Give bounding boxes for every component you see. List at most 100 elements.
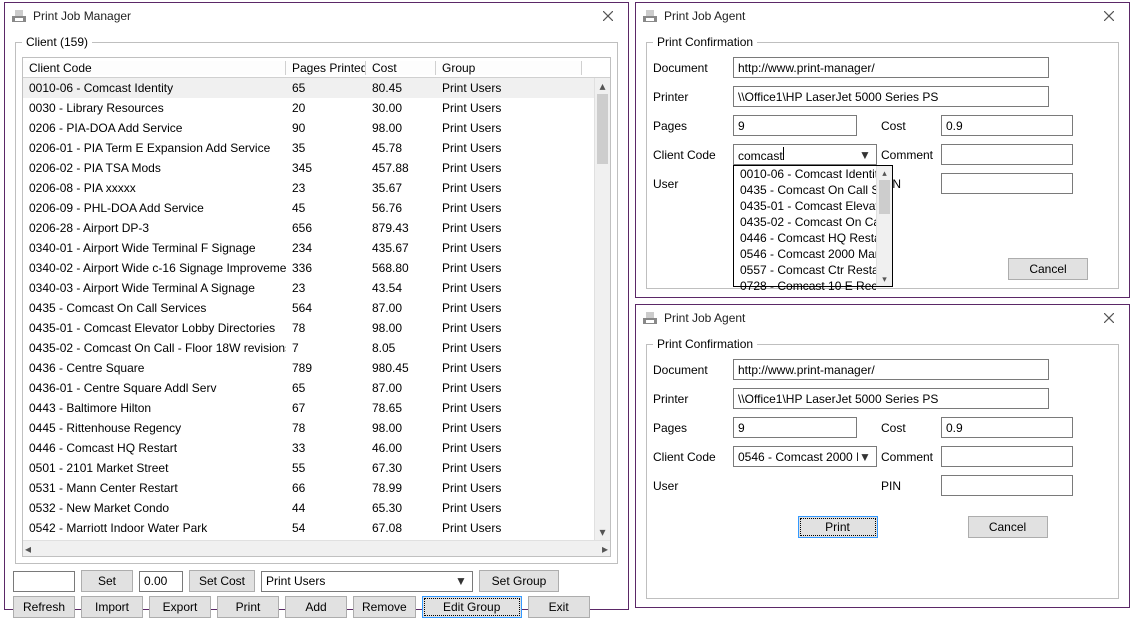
table-row[interactable]: 0531 - Mann Center Restart6678.99Print U… — [23, 478, 594, 498]
printer-field[interactable] — [733, 86, 1049, 107]
print-button[interactable]: Print — [798, 516, 878, 538]
cell-cost: 65.30 — [366, 501, 436, 515]
table-row[interactable]: 0340-01 - Airport Wide Terminal F Signag… — [23, 238, 594, 258]
printer-field[interactable] — [733, 388, 1049, 409]
dropdown-item[interactable]: 0557 - Comcast Ctr Resta — [734, 262, 876, 278]
titlebar[interactable]: Print Job Agent — [636, 3, 1129, 29]
table-row[interactable]: 0501 - 2101 Market Street5567.30Print Us… — [23, 458, 594, 478]
cell-cost: 98.00 — [366, 321, 436, 335]
titlebar[interactable]: Print Job Agent — [636, 305, 1129, 331]
table-row[interactable]: 0446 - Comcast HQ Restart3346.00Print Us… — [23, 438, 594, 458]
cell-client-code: 0532 - New Market Condo — [23, 501, 286, 515]
remove-button[interactable]: Remove — [353, 596, 416, 618]
table-row[interactable]: 0532 - New Market Condo4465.30Print User… — [23, 498, 594, 518]
group-combo[interactable]: Print Users ▼ — [261, 571, 473, 592]
table-row[interactable]: 0206-01 - PIA Term E Expansion Add Servi… — [23, 138, 594, 158]
vertical-scrollbar[interactable]: ▴ ▾ — [594, 78, 610, 540]
exit-button[interactable]: Exit — [528, 596, 590, 618]
cost-input[interactable] — [139, 571, 183, 592]
col-cost[interactable]: Cost — [366, 61, 436, 75]
table-row[interactable]: 0206-08 - PIA xxxxx2335.67Print Users — [23, 178, 594, 198]
dropdown-item[interactable]: 0435-02 - Comcast On Cal — [734, 214, 876, 230]
col-client-code[interactable]: Client Code — [23, 61, 286, 75]
comment-field[interactable] — [941, 144, 1073, 165]
scroll-thumb[interactable] — [879, 180, 890, 214]
close-icon[interactable] — [594, 6, 622, 26]
close-icon[interactable] — [1095, 6, 1123, 26]
cell-client-code: 0531 - Mann Center Restart — [23, 481, 286, 495]
user-label: User — [653, 177, 733, 191]
set-button[interactable]: Set — [81, 570, 133, 592]
cell-pages-printed: 336 — [286, 261, 366, 275]
cell-client-code: 0436 - Centre Square — [23, 361, 286, 375]
cell-pages-printed: 20 — [286, 101, 366, 115]
scroll-up-icon[interactable]: ▴ — [595, 78, 610, 94]
dropdown-item[interactable]: 0010-06 - Comcast Identit — [734, 166, 876, 182]
dropdown-item[interactable]: 0435 - Comcast On Call S — [734, 182, 876, 198]
app-icon — [11, 8, 27, 24]
table-row[interactable]: 0435 - Comcast On Call Services56487.00P… — [23, 298, 594, 318]
set-group-button[interactable]: Set Group — [479, 570, 559, 592]
set-input[interactable] — [13, 571, 75, 592]
scroll-down-icon[interactable]: ▾ — [877, 272, 892, 286]
table-row[interactable]: 0542 - Marriott Indoor Water Park5467.08… — [23, 518, 594, 538]
table-row[interactable]: 0206-09 - PHL-DOA Add Service4556.76Prin… — [23, 198, 594, 218]
table-row[interactable]: 0030 - Library Resources2030.00Print Use… — [23, 98, 594, 118]
cell-pages-printed: 33 — [286, 441, 366, 455]
titlebar[interactable]: Print Job Manager — [5, 3, 628, 29]
client-code-combo[interactable]: comcast ▼ — [733, 144, 877, 165]
table-row[interactable]: 0206 - PIA-DOA Add Service9098.00Print U… — [23, 118, 594, 138]
cost-field[interactable] — [941, 115, 1073, 136]
refresh-button[interactable]: Refresh — [13, 596, 75, 618]
cancel-button[interactable]: Cancel — [1008, 258, 1088, 280]
client-table[interactable]: Client Code Pages Printed Cost Group 001… — [22, 57, 611, 557]
pin-field[interactable] — [941, 173, 1073, 194]
cell-group: Print Users — [436, 361, 582, 375]
set-cost-button[interactable]: Set Cost — [189, 570, 255, 592]
close-icon[interactable] — [1095, 308, 1123, 328]
table-row[interactable]: 0435-02 - Comcast On Call - Floor 18W re… — [23, 338, 594, 358]
table-row[interactable]: 0206-02 - PIA TSA Mods345457.88Print Use… — [23, 158, 594, 178]
table-row[interactable]: 0340-03 - Airport Wide Terminal A Signag… — [23, 278, 594, 298]
cancel-button[interactable]: Cancel — [968, 516, 1048, 538]
document-field[interactable] — [733, 359, 1049, 380]
scroll-right-icon[interactable]: ▸ — [602, 542, 608, 556]
import-button[interactable]: Import — [81, 596, 143, 618]
cell-cost: 568.80 — [366, 261, 436, 275]
edit-group-button[interactable]: Edit Group — [422, 596, 522, 618]
dropdown-item[interactable]: 0546 - Comcast 2000 Mar — [734, 246, 876, 262]
table-row[interactable]: 0206-28 - Airport DP-3656879.43Print Use… — [23, 218, 594, 238]
document-field[interactable] — [733, 57, 1049, 78]
cost-field[interactable] — [941, 417, 1073, 438]
scroll-up-icon[interactable]: ▴ — [877, 166, 892, 180]
export-button[interactable]: Export — [149, 596, 211, 618]
client-code-dropdown[interactable]: 0010-06 - Comcast Identit0435 - Comcast … — [733, 165, 893, 287]
table-row[interactable]: 0436-01 - Centre Square Addl Serv6587.00… — [23, 378, 594, 398]
scroll-down-icon[interactable]: ▾ — [595, 524, 610, 540]
table-row[interactable]: 0436 - Centre Square789980.45Print Users — [23, 358, 594, 378]
print-button[interactable]: Print — [217, 596, 279, 618]
scroll-thumb[interactable] — [597, 94, 608, 164]
horizontal-scrollbar[interactable]: ◂ ▸ — [23, 540, 610, 556]
cell-client-code: 0030 - Library Resources — [23, 101, 286, 115]
dropdown-scrollbar[interactable]: ▴ ▾ — [876, 166, 892, 286]
client-code-combo[interactable]: 0546 - Comcast 2000 Mar ▼ — [733, 446, 877, 467]
dropdown-item[interactable]: 0728 - Comcast 10 E Rec — [734, 278, 876, 294]
table-row[interactable]: 0443 - Baltimore Hilton6778.65Print User… — [23, 398, 594, 418]
cell-cost: 78.65 — [366, 401, 436, 415]
dropdown-item[interactable]: 0435-01 - Comcast Elevat — [734, 198, 876, 214]
pages-field[interactable] — [733, 417, 857, 438]
cell-pages-printed: 23 — [286, 181, 366, 195]
table-row[interactable]: 0340-02 - Airport Wide c-16 Signage Impr… — [23, 258, 594, 278]
table-row[interactable]: 0010-06 - Comcast Identity6580.45Print U… — [23, 78, 594, 98]
table-row[interactable]: 0435-01 - Comcast Elevator Lobby Directo… — [23, 318, 594, 338]
col-group[interactable]: Group — [436, 61, 582, 75]
dropdown-item[interactable]: 0446 - Comcast HQ Resta — [734, 230, 876, 246]
pages-field[interactable] — [733, 115, 857, 136]
table-row[interactable]: 0445 - Rittenhouse Regency7898.00Print U… — [23, 418, 594, 438]
comment-field[interactable] — [941, 446, 1073, 467]
add-button[interactable]: Add — [285, 596, 347, 618]
col-pages-printed[interactable]: Pages Printed — [286, 61, 366, 75]
scroll-left-icon[interactable]: ◂ — [25, 542, 31, 556]
pin-field[interactable] — [941, 475, 1073, 496]
